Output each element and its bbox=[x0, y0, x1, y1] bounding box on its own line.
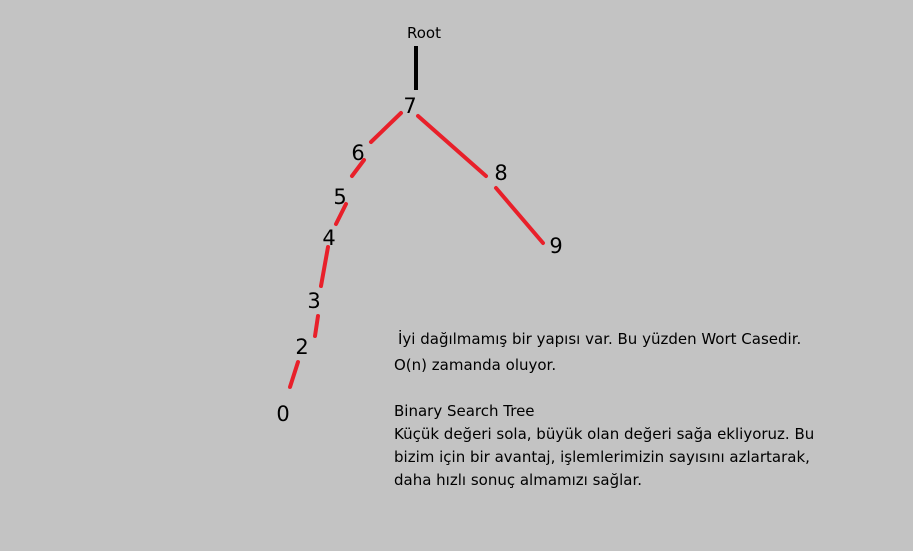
tree-node-3: 3 bbox=[307, 289, 321, 313]
bst-line-1: Küçük değeri sola, büyük olan değeri sağ… bbox=[394, 425, 815, 443]
edge-7-6 bbox=[369, 111, 403, 144]
root-label: Root bbox=[407, 24, 441, 42]
note-complexity: O(n) zamanda oluyor. bbox=[394, 354, 556, 377]
bst-line-2: bizim için bir avantaj, işlemlerimizin s… bbox=[394, 448, 810, 466]
tree-node-8: 8 bbox=[494, 161, 508, 185]
tree-node-7: 7 bbox=[403, 94, 417, 118]
tree-node-6: 6 bbox=[351, 141, 365, 165]
edge-3-2 bbox=[313, 314, 320, 338]
note-bst: Binary Search Tree Küçük değeri sola, bü… bbox=[394, 400, 814, 492]
tree-node-9: 9 bbox=[549, 234, 563, 258]
note-worst-case: İyi dağılmamış bir yapısı var. Bu yüzden… bbox=[398, 328, 801, 351]
bst-title: Binary Search Tree bbox=[394, 402, 535, 420]
note-worst-case-text: İyi dağılmamış bir yapısı var. Bu yüzden… bbox=[398, 330, 802, 348]
tree-node-5: 5 bbox=[333, 185, 347, 209]
tree-node-0: 0 bbox=[276, 402, 290, 426]
edge-4-3 bbox=[319, 245, 330, 288]
note-complexity-text: O(n) zamanda oluyor. bbox=[394, 356, 557, 374]
edge-8-9 bbox=[494, 186, 545, 245]
bst-line-3: daha hızlı sonuç almamızı sağlar. bbox=[394, 471, 643, 489]
edge-7-8 bbox=[416, 114, 488, 178]
paint-canvas: Root 7 6 5 4 3 2 0 8 9 İyi dağılmamış bi… bbox=[0, 0, 913, 551]
tree-node-4: 4 bbox=[322, 226, 336, 250]
edge-2-0 bbox=[288, 360, 300, 389]
tree-node-2: 2 bbox=[295, 335, 309, 359]
